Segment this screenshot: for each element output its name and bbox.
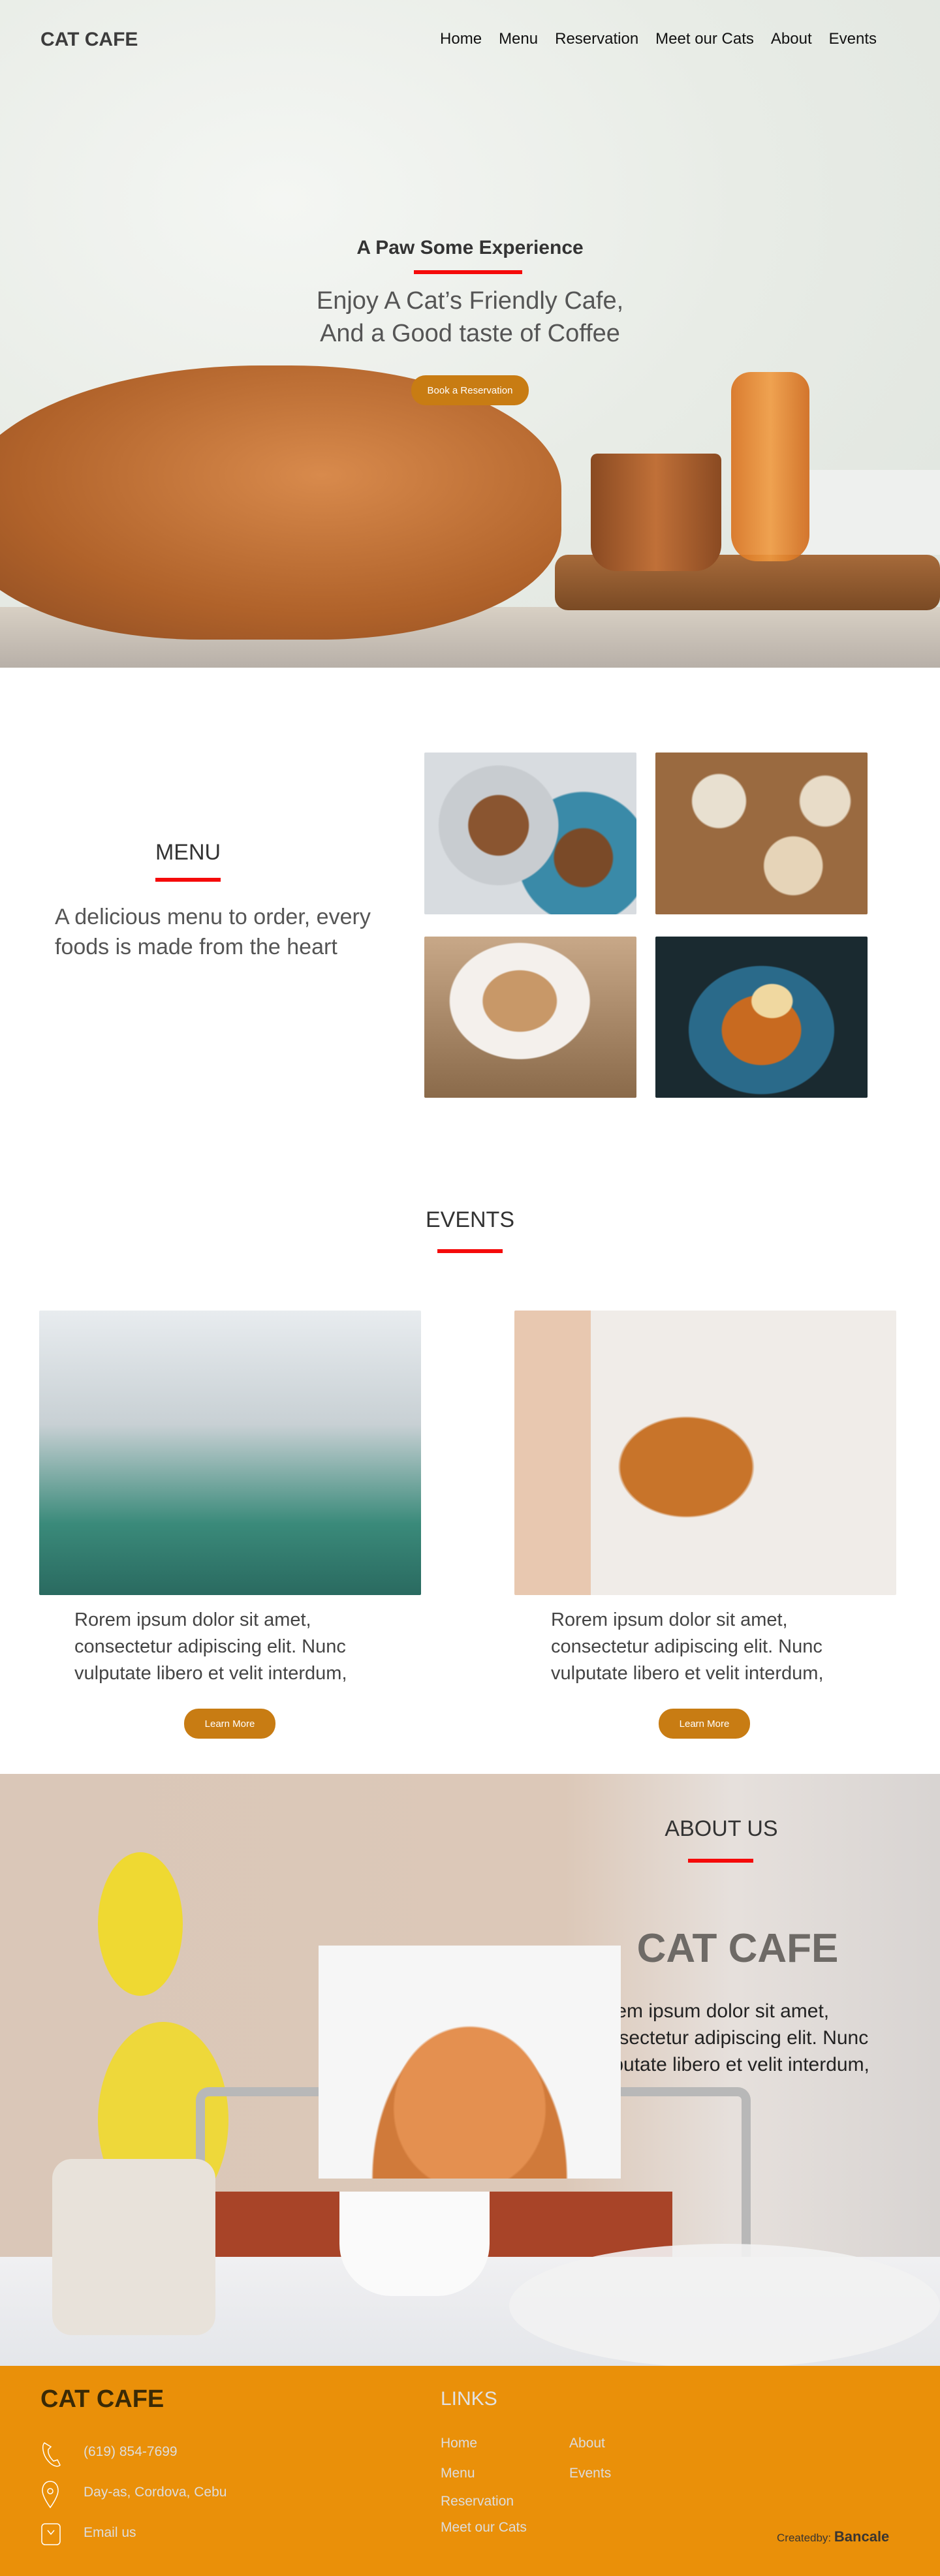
footer: CAT CAFE LINKS (619) 854-7699 Day-as, Co… xyxy=(0,2366,940,2576)
cat-image xyxy=(0,365,561,640)
cup-image xyxy=(339,2192,490,2296)
footer-link-home[interactable]: Home xyxy=(441,2436,477,2451)
about-title: CAT CAFE xyxy=(636,1926,839,1971)
about-section: ABOUT US CAT CAFE Lorem ipsum dolor sit … xyxy=(0,1774,940,2366)
menu-heading: MENU xyxy=(155,840,221,865)
events-heading: EVENTS xyxy=(425,1207,515,1232)
footer-link-meet-our-cats[interactable]: Meet our Cats xyxy=(441,2520,527,2536)
footer-link-reservation[interactable]: Reservation xyxy=(441,2494,514,2509)
menu-description: A delicious menu to order, every foods i… xyxy=(55,905,371,959)
footer-logo: CAT CAFE xyxy=(40,2385,164,2413)
nav-reservation[interactable]: Reservation xyxy=(555,30,638,48)
footer-phone[interactable]: (619) 854-7699 xyxy=(84,2444,178,2460)
footer-link-events[interactable]: Events xyxy=(569,2466,611,2481)
nav-menu[interactable]: Menu xyxy=(499,30,538,48)
logo[interactable]: CAT CAFE xyxy=(40,29,138,51)
created-by: Createdby: Bancale xyxy=(777,2528,889,2545)
main-nav: Home Menu Reservation Meet our Cats Abou… xyxy=(440,30,877,48)
footer-link-menu[interactable]: Menu xyxy=(441,2466,475,2481)
location-icon xyxy=(42,2481,59,2509)
bowl-image xyxy=(509,2244,940,2366)
vase-image xyxy=(731,372,809,561)
menu-image-dessert xyxy=(655,937,868,1098)
hero-subtitle-line: And a Good taste of Coffee xyxy=(320,320,620,347)
event-image-cat-cafe xyxy=(514,1311,896,1595)
hero-title: A Paw Some Experience xyxy=(356,237,584,258)
surprised-cat-image xyxy=(319,1946,621,2179)
footer-email[interactable]: Email us xyxy=(84,2525,136,2541)
about-heading: ABOUT US xyxy=(665,1816,778,1841)
events-underline xyxy=(437,1249,503,1253)
flowers-image xyxy=(98,1852,183,1996)
created-by-label: Createdby: xyxy=(777,2532,832,2544)
event-description: Rorem ipsum dolor sit amet, consectetur … xyxy=(74,1609,347,1684)
about-description: Lorem ipsum dolor sit amet, consectetur … xyxy=(588,1998,927,2078)
learn-more-button[interactable]: Learn More xyxy=(659,1709,750,1739)
footer-link-about[interactable]: About xyxy=(569,2436,605,2451)
event-description: Rorem ipsum dolor sit amet, consectetur … xyxy=(551,1609,824,1684)
hero-subtitle-line: Enjoy A Cat’s Friendly Cafe, xyxy=(316,287,624,315)
book-reservation-button[interactable]: Book a Reservation xyxy=(411,375,529,405)
nav-home[interactable]: Home xyxy=(440,30,482,48)
links-heading: LINKS xyxy=(441,2388,497,2410)
hero-subtitle: Enjoy A Cat’s Friendly Cafe, And a Good … xyxy=(0,285,940,350)
menu-image-platter xyxy=(655,753,868,914)
window-image xyxy=(803,470,940,555)
footer-address: Day-as, Cordova, Cebu xyxy=(84,2485,227,2500)
hero-section: A Paw Some Experience Enjoy A Cat’s Frie… xyxy=(0,0,940,668)
menu-underline xyxy=(155,878,221,882)
email-icon xyxy=(41,2523,61,2545)
vase-image xyxy=(52,2159,215,2335)
coffee-cup-image xyxy=(591,454,721,571)
title-underline xyxy=(414,270,522,274)
about-text-line: Lorem ipsum dolor sit amet, xyxy=(588,2000,830,2022)
nav-meet-our-cats[interactable]: Meet our Cats xyxy=(655,30,754,48)
created-by-name: Bancale xyxy=(834,2528,890,2545)
menu-image-coffee xyxy=(424,937,636,1098)
event-image-yoga xyxy=(39,1311,421,1595)
phone-icon xyxy=(42,2442,61,2467)
nav-about[interactable]: About xyxy=(771,30,812,48)
about-text-line: consectetur adipiscing elit. Nunc xyxy=(588,2027,869,2049)
learn-more-button[interactable]: Learn More xyxy=(184,1709,275,1739)
about-underline xyxy=(688,1859,753,1863)
menu-image-waffles xyxy=(424,753,636,914)
nav-events[interactable]: Events xyxy=(829,30,877,48)
about-text-line: vulputate libero et velit interdum, xyxy=(588,2054,870,2075)
